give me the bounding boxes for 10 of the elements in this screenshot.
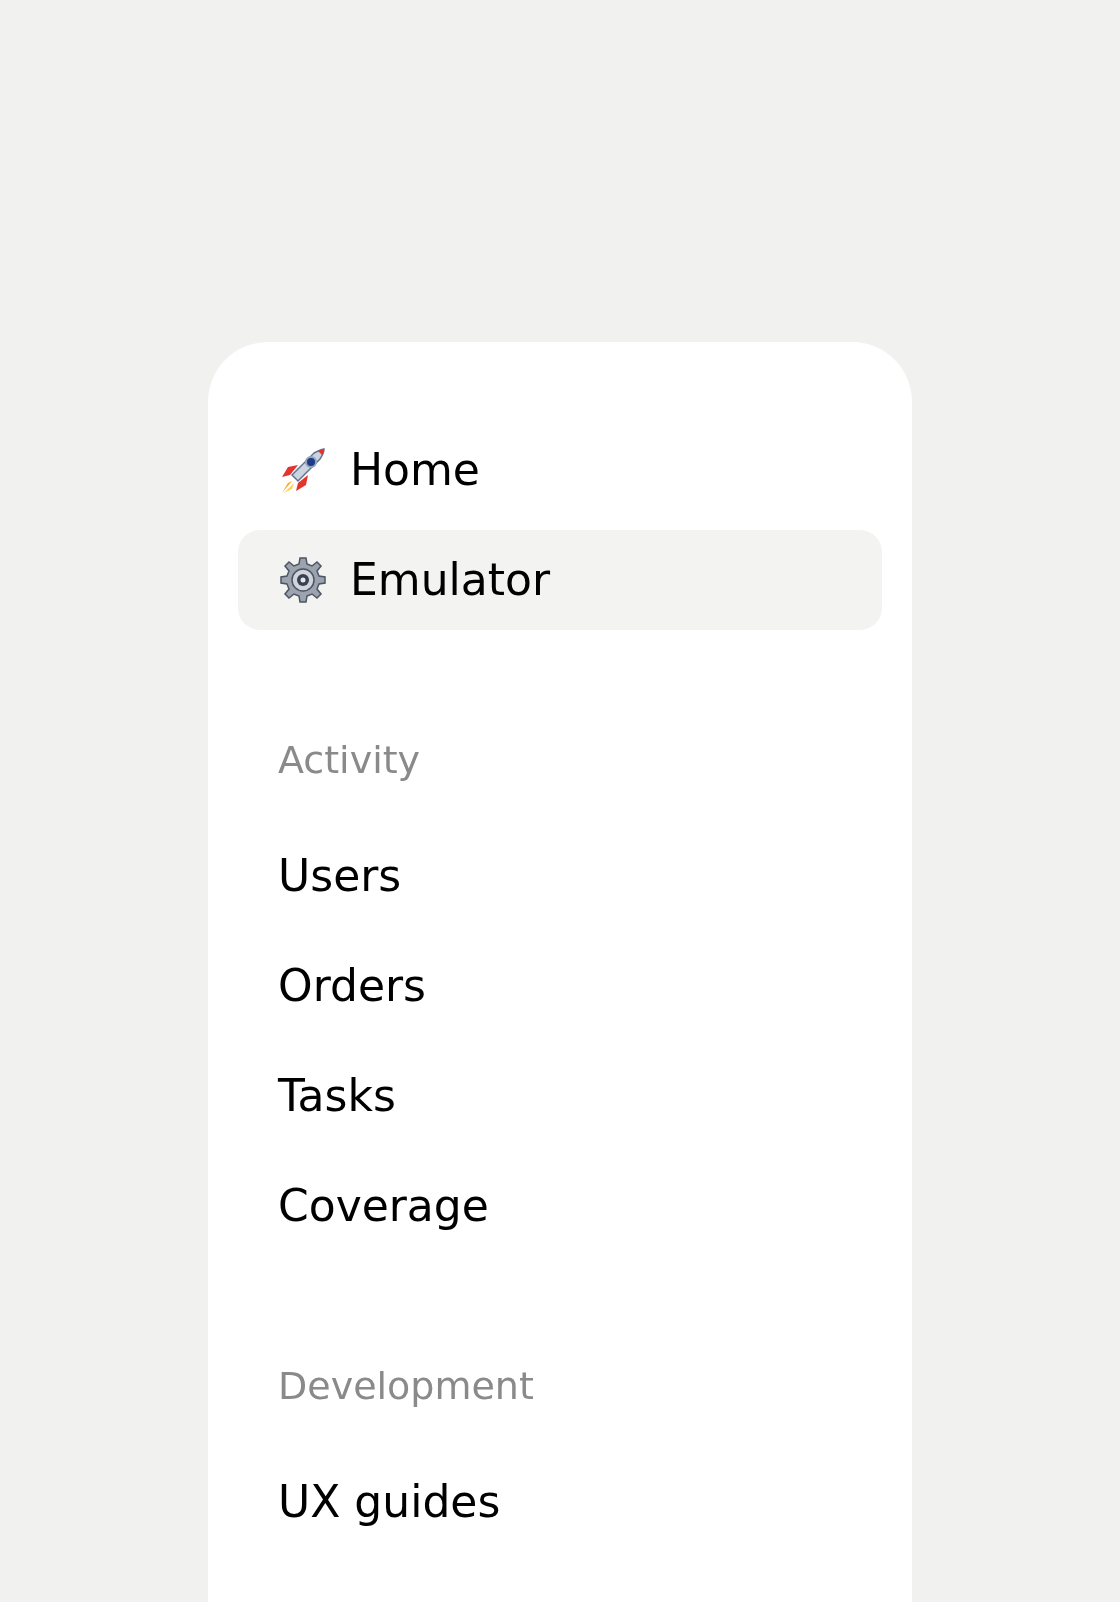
gear-icon (278, 555, 328, 605)
nav-item[interactable]: Orders (238, 936, 882, 1036)
nav-item[interactable]: Emulator (238, 530, 882, 630)
nav-item[interactable]: Home (238, 420, 882, 520)
nav-item[interactable]: Users (238, 826, 882, 926)
nav-item[interactable]: Tasks (238, 1046, 882, 1146)
nav-item[interactable]: Coverage (238, 1156, 882, 1256)
nav-item[interactable]: UX guides (238, 1452, 882, 1552)
section-heading: Development (277, 1362, 535, 1410)
section-heading: Activity (277, 736, 422, 784)
